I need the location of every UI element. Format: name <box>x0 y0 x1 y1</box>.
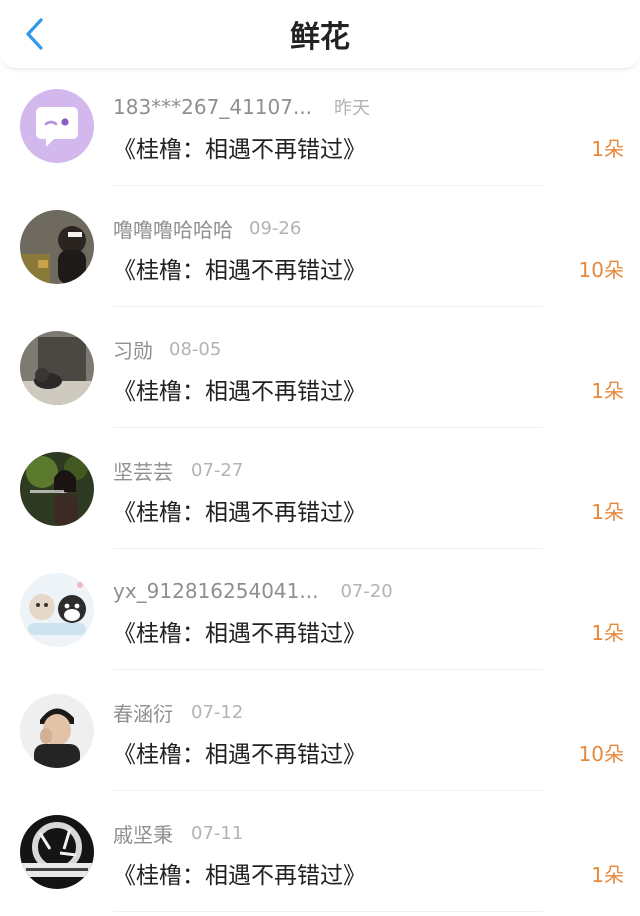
gift-title: 《桂橹：相遇不再错过》 <box>113 863 366 889</box>
gift-title: 《桂橹：相遇不再错过》 <box>113 742 366 768</box>
user-name[interactable]: 183***267_41107... <box>113 95 312 119</box>
gift-title: 《桂橹：相遇不再错过》 <box>113 379 366 405</box>
user-name[interactable]: 戚坚秉 <box>113 819 173 848</box>
flower-count: 10朵 <box>578 742 624 766</box>
flower-gift-page: 鲜花 183***267_41107... 昨天 《桂橹：相遇不再错过》 1朵 <box>0 0 640 916</box>
avatar[interactable] <box>20 573 94 647</box>
user-photo <box>20 815 94 889</box>
gift-title: 《桂橹：相遇不再错过》 <box>113 500 366 526</box>
list-item[interactable]: 坚芸芸 07-27 《桂橹：相遇不再错过》 1朵 <box>0 431 640 552</box>
user-name[interactable]: yx_912816254041... <box>113 579 318 603</box>
avatar[interactable] <box>20 89 94 163</box>
avatar[interactable] <box>20 452 94 526</box>
gift-date: 09-26 <box>249 217 302 239</box>
page-title: 鲜花 <box>290 20 350 55</box>
gift-list: 183***267_41107... 昨天 《桂橹：相遇不再错过》 1朵 噜噜噜… <box>0 68 640 915</box>
row-divider <box>113 427 543 428</box>
chat-bubble-icon <box>20 89 94 163</box>
user-photo <box>20 210 94 284</box>
flower-count: 1朵 <box>591 500 624 524</box>
gift-date: 07-20 <box>340 580 393 602</box>
row-divider <box>113 790 543 791</box>
gift-title: 《桂橹：相遇不再错过》 <box>113 137 366 163</box>
row-divider <box>113 911 543 912</box>
flower-count: 1朵 <box>591 621 624 645</box>
user-photo <box>20 331 94 405</box>
avatar[interactable] <box>20 694 94 768</box>
list-item[interactable]: yx_912816254041... 07-20 《桂橹：相遇不再错过》 1朵 <box>0 552 640 673</box>
avatar[interactable] <box>20 815 94 889</box>
list-item[interactable]: 习勋 08-05 《桂橹：相遇不再错过》 1朵 <box>0 310 640 431</box>
user-photo <box>20 694 94 768</box>
gift-date: 08-05 <box>169 338 222 360</box>
user-name[interactable]: 噜噜噜哈哈哈 <box>113 214 233 243</box>
row-divider <box>113 306 543 307</box>
list-item[interactable]: 183***267_41107... 昨天 《桂橹：相遇不再错过》 1朵 <box>0 68 640 189</box>
back-button[interactable] <box>14 14 54 54</box>
row-divider <box>113 185 543 186</box>
gift-title: 《桂橹：相遇不再错过》 <box>113 258 366 284</box>
header-bar: 鲜花 <box>0 0 640 69</box>
row-divider <box>113 548 543 549</box>
cartoon-cat-photo <box>20 573 94 647</box>
gift-date: 昨天 <box>334 98 371 119</box>
avatar[interactable] <box>20 210 94 284</box>
gift-date: 07-12 <box>191 701 244 723</box>
gift-date: 07-27 <box>191 459 244 481</box>
gift-date: 07-11 <box>191 822 244 844</box>
flower-count: 1朵 <box>591 863 624 887</box>
row-divider <box>113 669 543 670</box>
list-item[interactable]: 噜噜噜哈哈哈 09-26 《桂橹：相遇不再错过》 10朵 <box>0 189 640 310</box>
flower-count: 10朵 <box>578 258 624 282</box>
chevron-left-icon <box>26 18 43 50</box>
list-item[interactable]: 戚坚秉 07-11 《桂橹：相遇不再错过》 1朵 <box>0 794 640 915</box>
flower-count: 1朵 <box>591 137 624 161</box>
user-photo <box>20 452 94 526</box>
avatar[interactable] <box>20 331 94 405</box>
user-name[interactable]: 习勋 <box>113 335 153 364</box>
list-item[interactable]: 春涵衍 07-12 《桂橹：相遇不再错过》 10朵 <box>0 673 640 794</box>
user-name[interactable]: 春涵衍 <box>113 698 173 727</box>
user-name[interactable]: 坚芸芸 <box>113 456 173 485</box>
gift-title: 《桂橹：相遇不再错过》 <box>113 621 366 647</box>
flower-count: 1朵 <box>591 379 624 403</box>
